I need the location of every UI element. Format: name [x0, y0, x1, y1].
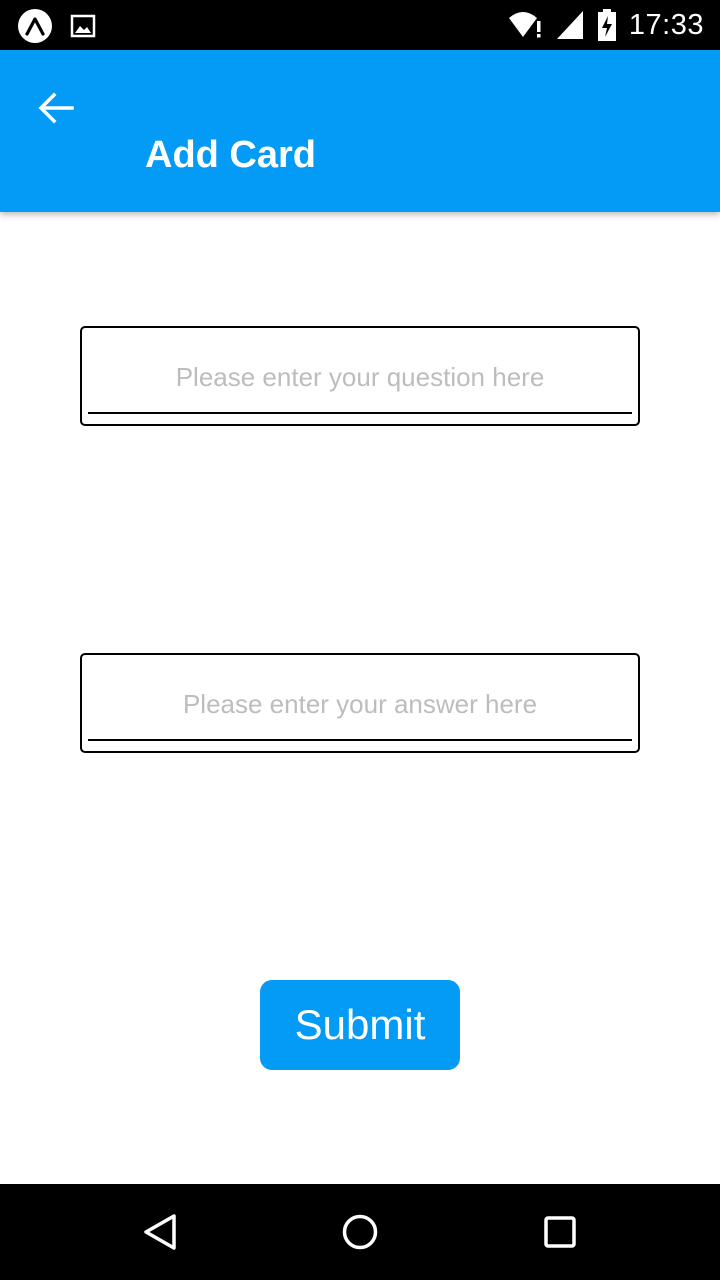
wifi-alert-icon — [508, 12, 541, 38]
expo-icon — [18, 9, 52, 43]
app-bar — [0, 50, 720, 212]
nav-home-button[interactable] — [336, 1208, 384, 1256]
navigation-bar — [0, 1184, 720, 1280]
back-triangle-icon — [144, 1214, 176, 1250]
question-input[interactable] — [88, 334, 632, 414]
nav-recents-button[interactable] — [536, 1208, 584, 1256]
nav-back-button[interactable] — [136, 1208, 184, 1256]
home-circle-icon — [342, 1214, 378, 1250]
status-right-icons: 17:33 — [507, 8, 704, 42]
status-time: 17:33 — [628, 8, 704, 41]
status-bar: 17:33 — [0, 0, 720, 50]
signal-icon — [556, 11, 583, 39]
page-title: Add Card — [145, 134, 316, 176]
submit-button[interactable]: Submit — [260, 980, 460, 1070]
question-field-container — [80, 326, 640, 426]
status-left-icons — [18, 9, 96, 43]
back-button[interactable] — [30, 84, 82, 132]
battery-charging-icon — [597, 9, 616, 41]
image-icon — [70, 14, 96, 38]
answer-input[interactable] — [88, 661, 632, 741]
arrow-left-icon — [38, 92, 74, 124]
answer-field-container — [80, 653, 640, 753]
recents-square-icon — [544, 1216, 576, 1248]
